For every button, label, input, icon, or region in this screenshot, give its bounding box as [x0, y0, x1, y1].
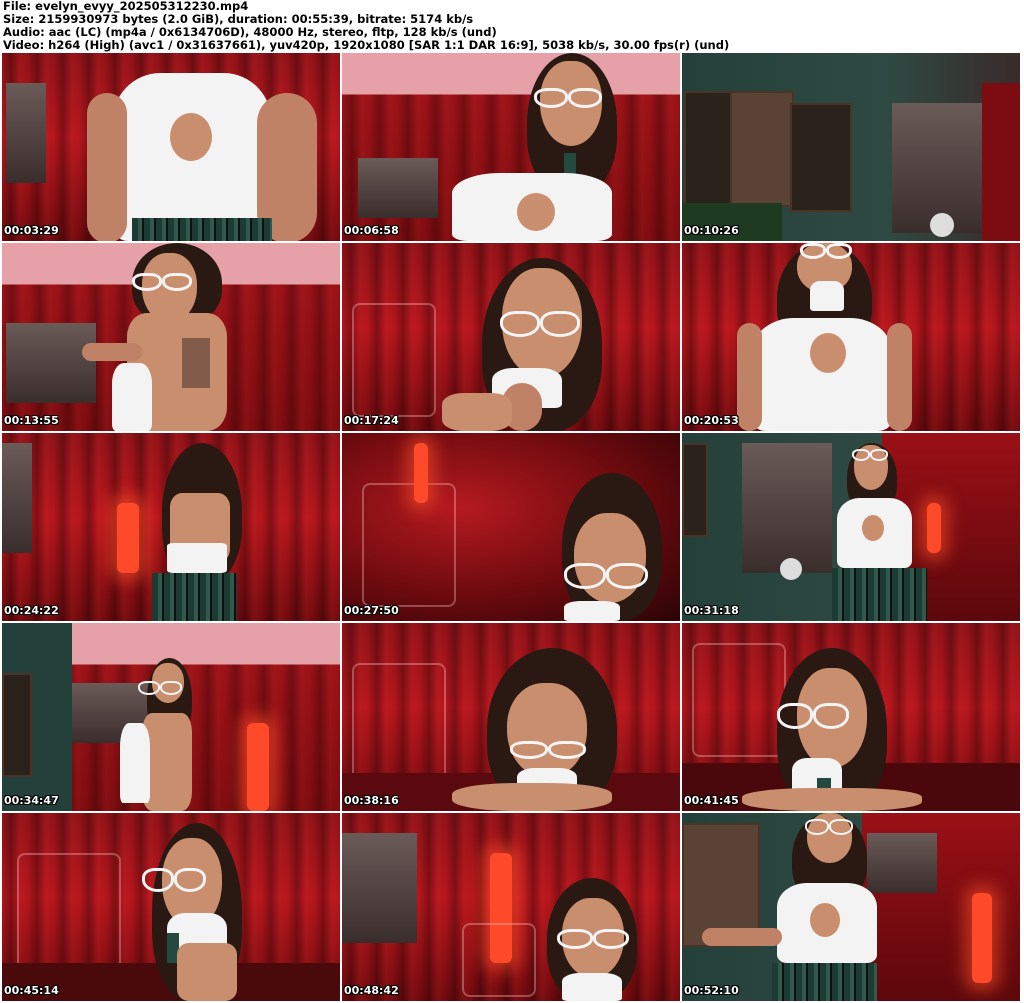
thumbnail-frame[interactable]: 00:41:45 — [682, 623, 1020, 811]
thumbnail-frame[interactable]: 00:17:24 — [342, 243, 680, 431]
frame-image — [682, 243, 1020, 431]
thumbnail-frame[interactable]: 00:06:58 — [342, 53, 680, 241]
thumbnail-frame[interactable]: 00:13:55 — [2, 243, 340, 431]
timestamp-label: 00:31:18 — [684, 604, 739, 617]
frame-image — [342, 433, 680, 621]
frame-image — [342, 53, 680, 241]
timestamp-label: 00:38:16 — [344, 794, 399, 807]
thumbnail-frame[interactable]: 00:38:16 — [342, 623, 680, 811]
timestamp-label: 00:17:24 — [344, 414, 399, 427]
frame-image — [2, 813, 340, 1001]
thumbnail-grid: 00:03:29 00:06:58 00:10:26 00:13:55 00:1… — [2, 53, 1022, 1001]
timestamp-label: 00:41:45 — [684, 794, 739, 807]
thumbnail-frame[interactable]: 00:24:22 — [2, 433, 340, 621]
thumbnail-frame[interactable]: 00:52:10 — [682, 813, 1020, 1001]
thumbnail-frame[interactable]: 00:20:53 — [682, 243, 1020, 431]
frame-image — [682, 53, 1020, 241]
video-line: Video: h264 (High) (avc1 / 0x31637661), … — [3, 38, 730, 52]
frame-image — [2, 243, 340, 431]
frame-image — [2, 433, 340, 621]
thumbnail-frame[interactable]: 00:45:14 — [2, 813, 340, 1001]
timestamp-label: 00:27:50 — [344, 604, 399, 617]
frame-image — [682, 433, 1020, 621]
frame-image — [2, 53, 340, 241]
timestamp-label: 00:34:47 — [4, 794, 59, 807]
frame-image — [342, 813, 680, 1001]
timestamp-label: 00:03:29 — [4, 224, 59, 237]
timestamp-label: 00:45:14 — [4, 984, 59, 997]
frame-image — [342, 243, 680, 431]
thumbnail-frame[interactable]: 00:31:18 — [682, 433, 1020, 621]
timestamp-label: 00:06:58 — [344, 224, 399, 237]
timestamp-label: 00:48:42 — [344, 984, 399, 997]
thumbnail-frame[interactable]: 00:10:26 — [682, 53, 1020, 241]
frame-image — [2, 623, 340, 811]
thumbnail-frame[interactable]: 00:48:42 — [342, 813, 680, 1001]
frame-image — [682, 623, 1020, 811]
frame-image — [342, 623, 680, 811]
thumbnail-frame[interactable]: 00:03:29 — [2, 53, 340, 241]
file-info-header: File: evelyn_evyy_202505312230.mp4 Size:… — [3, 0, 1021, 52]
timestamp-label: 00:10:26 — [684, 224, 739, 237]
thumbnail-frame[interactable]: 00:34:47 — [2, 623, 340, 811]
timestamp-label: 00:52:10 — [684, 984, 739, 997]
timestamp-label: 00:24:22 — [4, 604, 59, 617]
thumbnail-frame[interactable]: 00:27:50 — [342, 433, 680, 621]
timestamp-label: 00:13:55 — [4, 414, 59, 427]
timestamp-label: 00:20:53 — [684, 414, 739, 427]
frame-image — [682, 813, 1020, 1001]
